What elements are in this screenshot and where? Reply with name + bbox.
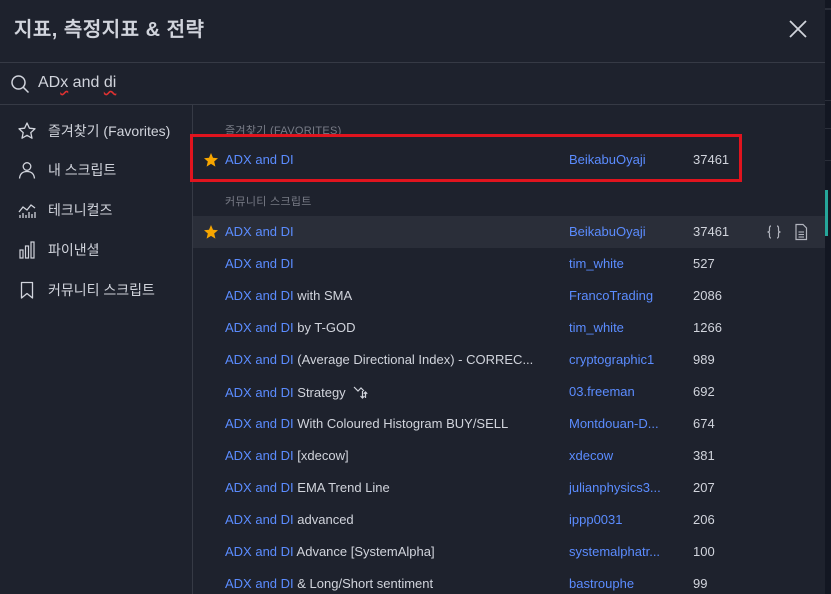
script-likes-count: 100 [693,544,715,559]
sidebar-item-financials[interactable]: 파이낸셜 [0,230,192,270]
script-row[interactable]: ADX and DI [xdecow] xdecow 381 [193,440,825,472]
script-author-link[interactable]: Montdouan-D... [569,416,659,431]
category-sidebar: 즐겨찾기 (Favorites) 내 스크립트 테크니컬즈 파이낸셜 커뮤니티 … [0,104,193,594]
script-author-link[interactable]: tim_white [569,256,624,271]
bookmark-icon [16,279,38,301]
user-icon [16,159,38,181]
strategy-icon [353,386,368,399]
sidebar-item-favorites[interactable]: 즐겨찾기 (Favorites) [0,111,192,151]
script-author-link[interactable]: julianphysics3... [569,480,661,495]
script-row[interactable]: ADX and DI tim_white 527 [193,248,825,280]
script-name: ADX and DI by T-GOD [225,320,356,335]
script-row[interactable]: ADX and DI & Long/Short sentiment bastro… [193,568,825,594]
script-author-link[interactable]: tim_white [569,320,624,335]
script-row[interactable]: ADX and DI BeikabuOyaji 37461 [193,216,825,248]
script-author-link[interactable]: systemalphatr... [569,544,660,559]
technicals-chart-icon [16,199,38,221]
script-likes-count: 674 [693,416,715,431]
star-filled-icon[interactable] [203,152,219,168]
indicators-dialog: 지표, 측정지표 & 전략 ADx and di 즐겨찾기 (Favorites… [0,0,831,594]
script-author-link[interactable]: bastrouphe [569,576,634,591]
script-likes-count: 99 [693,576,708,591]
star-outline-icon [16,120,38,142]
script-likes-count: 207 [693,480,715,495]
script-likes-count: 37461 [693,224,730,239]
script-row[interactable]: ADX and DI (Average Directional Index) -… [193,344,825,376]
script-author-link[interactable]: BeikabuOyaji [569,152,646,167]
sidebar-item-technicals[interactable]: 테크니컬즈 [0,190,192,230]
script-likes-count: 381 [693,448,715,463]
script-row[interactable]: ADX and DI advanced ippp0031 206 [193,504,825,536]
script-author-link[interactable]: cryptographic1 [569,352,654,367]
section-label-favorites: 즐겨찾기 (FAVORITES) [225,125,342,137]
close-icon [789,20,807,38]
script-likes-count: 989 [693,352,715,367]
script-name: ADX and DI EMA Trend Line [225,480,390,495]
script-author-link[interactable]: BeikabuOyaji [569,224,646,239]
row-actions [765,223,809,241]
script-name: ADX and DI [225,256,294,271]
favorite-script-row[interactable]: ADX and DI BeikabuOyaji 37461 [193,144,825,176]
results-list: 즐겨찾기 (FAVORITES) ADX and DI BeikabuOyaji… [193,104,825,594]
dialog-title: 지표, 측정지표 & 전략 [14,19,205,41]
script-author-link[interactable]: FrancoTrading [569,288,653,303]
close-button[interactable] [785,16,811,42]
script-likes-count: 37461 [693,152,730,167]
script-likes-count: 527 [693,256,715,271]
script-likes-count: 206 [693,512,715,527]
star-filled-icon[interactable] [203,224,219,240]
sidebar-item-label: 커뮤니티 스크립트 [48,282,155,298]
script-author-link[interactable]: ippp0031 [569,512,623,527]
script-row[interactable]: ADX and DI by T-GOD tim_white 1266 [193,312,825,344]
script-row[interactable]: ADX and DI EMA Trend Line julianphysics3… [193,472,825,504]
sidebar-item-my-scripts[interactable]: 내 스크립트 [0,150,192,190]
script-name: ADX and DI Strategy [225,384,368,400]
search-bar: ADx and di [0,62,825,105]
sidebar-item-label: 테크니컬즈 [48,202,113,218]
script-name: ADX and DI advanced [225,512,354,527]
script-name: ADX and DI [225,224,294,239]
sidebar-item-community-scripts[interactable]: 커뮤니티 스크립트 [0,270,192,310]
script-author-link[interactable]: 03.freeman [569,384,635,399]
script-row[interactable]: ADX and DI with SMA FrancoTrading 2086 [193,280,825,312]
script-name: ADX and DI & Long/Short sentiment [225,576,434,591]
source-code-icon[interactable] [765,223,783,241]
dialog-header: 지표, 측정지표 & 전략 [0,0,825,58]
script-name: ADX and DI [xdecow] [225,448,349,463]
sidebar-item-label: 내 스크립트 [48,162,117,178]
script-row[interactable]: ADX and DI With Coloured Histogram BUY/S… [193,408,825,440]
section-label-community: 커뮤니티 스크립트 [225,196,312,208]
search-icon [11,75,30,94]
script-name: ADX and DI With Coloured Histogram BUY/S… [225,416,509,431]
search-input[interactable] [38,71,798,97]
background-chart-strip [825,0,831,594]
script-name: ADX and DI (Average Directional Index) -… [225,352,534,367]
script-name: ADX and DI with SMA [225,288,353,303]
script-likes-count: 692 [693,384,715,399]
script-row[interactable]: ADX and DI Advance [SystemAlpha] systema… [193,536,825,568]
script-row[interactable]: ADX and DI Strategy 03.freeman 692 [193,376,825,408]
bar-chart-icon [16,239,38,261]
sidebar-item-label: 즐겨찾기 (Favorites) [48,123,171,139]
document-icon[interactable] [793,223,809,241]
script-name: ADX and DI [225,152,294,167]
script-likes-count: 1266 [693,320,722,335]
script-likes-count: 2086 [693,288,722,303]
sidebar-item-label: 파이낸셜 [48,242,100,258]
script-author-link[interactable]: xdecow [569,448,613,463]
script-name: ADX and DI Advance [SystemAlpha] [225,544,435,559]
